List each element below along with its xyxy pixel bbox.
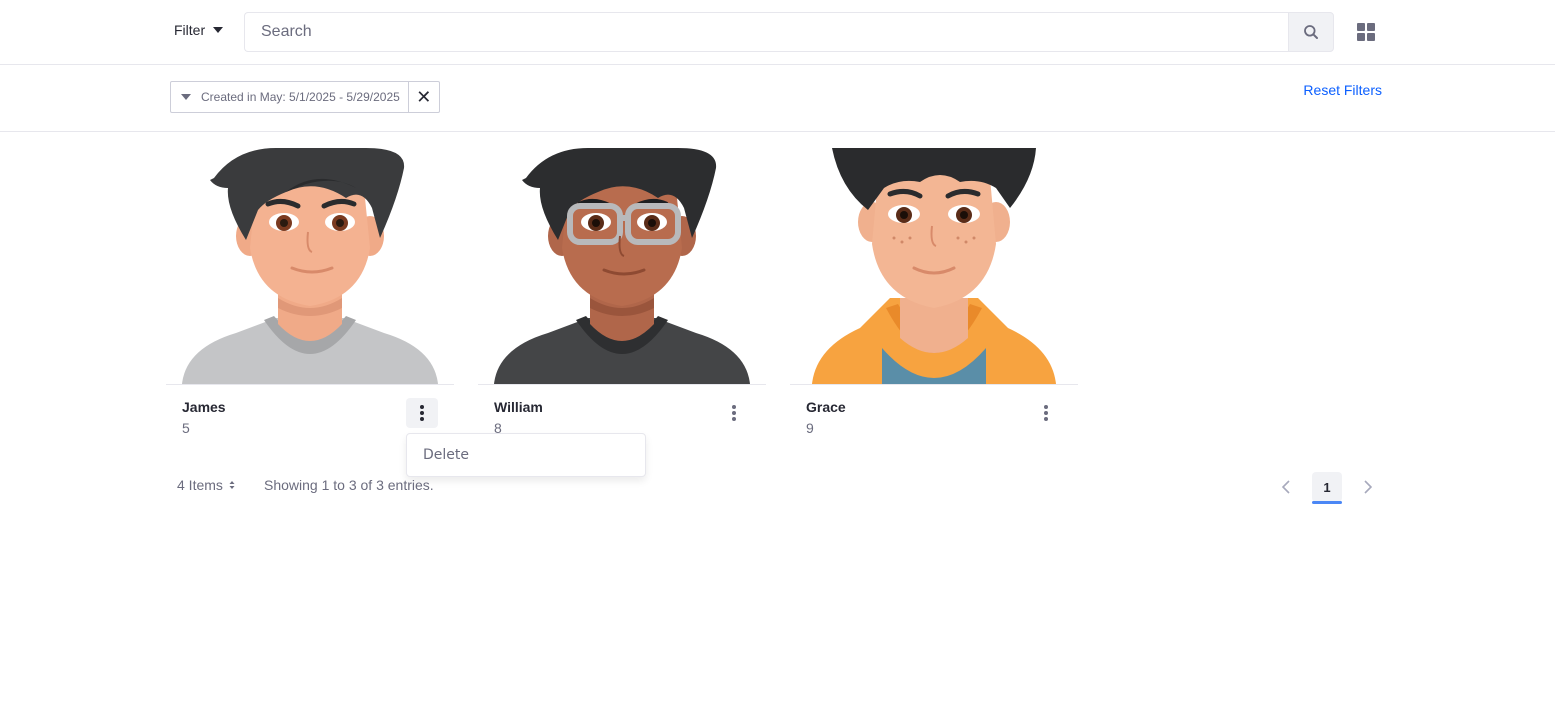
card-actions-button[interactable] (718, 398, 750, 428)
pagination-results-text: Showing 1 to 3 of 3 entries. (264, 477, 434, 493)
grid-view-icon (1357, 23, 1375, 41)
previous-page-button[interactable] (1272, 471, 1300, 503)
search-bar (244, 12, 1334, 52)
avatar-image (812, 148, 1056, 384)
filter-results-bar: Created in May: 5/1/2025 - 5/29/2025 ✕ R… (0, 65, 1555, 132)
items-per-page-label: 4 Items (177, 477, 223, 493)
card-title[interactable]: Grace (806, 399, 846, 415)
pagination: 1 (1272, 471, 1382, 504)
card[interactable]: James 5 (166, 148, 454, 436)
card[interactable]: William 8 (478, 148, 766, 436)
card-actions-button[interactable] (406, 398, 438, 428)
boy-avatar-image (182, 148, 438, 384)
management-toolbar: Filter (0, 0, 1555, 65)
search-button[interactable] (1288, 12, 1334, 52)
delete-menu-item[interactable]: Delete (407, 434, 645, 476)
remove-filter-button[interactable]: ✕ (408, 81, 440, 113)
card-actions-button[interactable] (1030, 398, 1062, 428)
ellipsis-vertical-icon (732, 405, 736, 421)
card[interactable]: Grace 9 (790, 148, 1078, 436)
boy-avatar-image (494, 148, 750, 384)
caret-down-icon (213, 27, 224, 33)
items-per-page-dropdown[interactable]: 4 Items (177, 477, 235, 493)
chevron-right-icon (1364, 480, 1372, 494)
search-input[interactable] (244, 12, 1288, 52)
card-avatar-image (166, 148, 454, 385)
display-style-button[interactable] (1354, 20, 1378, 44)
card-title[interactable]: James (182, 399, 226, 415)
ellipsis-vertical-icon (420, 405, 424, 421)
filter-label: Filter (174, 22, 206, 38)
card-title[interactable]: William (494, 399, 543, 415)
sort-arrows-icon (229, 481, 235, 489)
card-avatar-image (478, 148, 766, 385)
close-icon: ✕ (416, 86, 432, 107)
chevron-left-icon (1282, 480, 1290, 494)
ellipsis-vertical-icon (1044, 405, 1048, 421)
caret-down-icon (181, 94, 191, 100)
filter-chip: Created in May: 5/1/2025 - 5/29/2025 ✕ (170, 81, 440, 113)
page-button-1[interactable]: 1 (1312, 472, 1342, 504)
search-icon (1304, 25, 1318, 39)
card-subtitle: 5 (182, 420, 190, 436)
card-actions-menu: Delete (406, 433, 646, 477)
filter-chip-label[interactable]: Created in May: 5/1/2025 - 5/29/2025 (170, 81, 409, 113)
filter-dropdown-button[interactable]: Filter (166, 14, 231, 46)
next-page-button[interactable] (1354, 471, 1382, 503)
card-subtitle: 9 (806, 420, 814, 436)
card-avatar-image (790, 148, 1078, 385)
reset-filters-link[interactable]: Reset Filters (1303, 82, 1382, 98)
active-filter-text: Created in May: 5/1/2025 - 5/29/2025 (201, 90, 400, 104)
